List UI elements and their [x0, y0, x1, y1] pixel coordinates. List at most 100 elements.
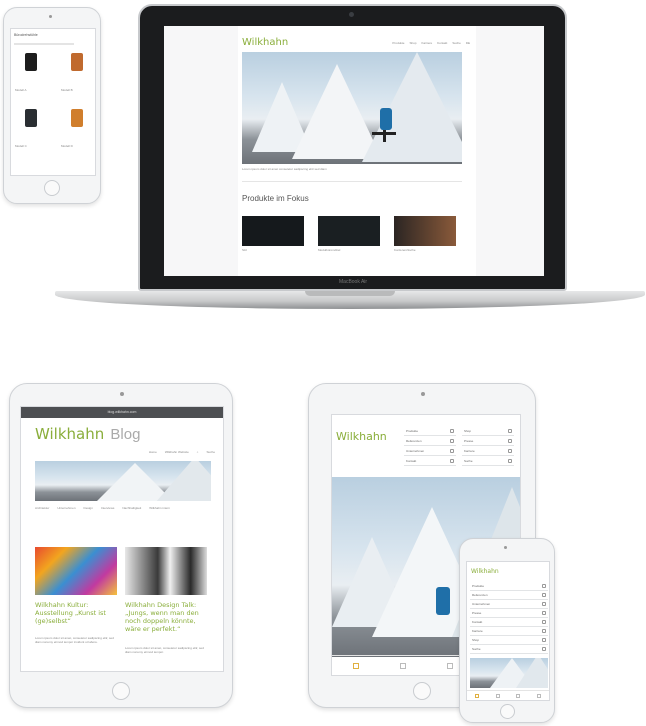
grid-icon[interactable] — [495, 693, 500, 698]
site-logo[interactable]: Wilkhahn — [336, 430, 387, 443]
menu-item-icon — [508, 439, 512, 443]
post-title[interactable]: Wilkhahn Kultur: Ausstellung „Kunst ist … — [35, 601, 117, 625]
category-item[interactable]: Architektur — [35, 506, 49, 511]
home-button[interactable] — [500, 704, 515, 719]
nav-item[interactable]: Wilkhahn Website — [165, 450, 189, 455]
page-title: Bürodrehstühle — [14, 33, 38, 37]
post-excerpt: Lorem ipsum dolor sit amet, consetetur s… — [125, 646, 204, 654]
product-caption: Konferenztische — [394, 248, 416, 252]
category-item[interactable]: Nachhaltigkeit — [122, 506, 141, 511]
blog-logo[interactable]: Wilkhahn Blog — [35, 425, 140, 443]
nav-item[interactable]: Karriere — [421, 41, 432, 46]
camera-icon — [120, 392, 124, 396]
nav-item[interactable]: Suche — [206, 450, 215, 455]
menu-item-label: Referenzen — [472, 593, 488, 597]
macbook-screen-frame: Wilkhahn Produkte Shop Karriere Kontakt … — [138, 4, 567, 291]
menu-item-label: Suche — [464, 459, 473, 463]
chair-icon — [380, 108, 392, 130]
nav-item[interactable]: DE — [466, 41, 470, 46]
tab-bar — [467, 690, 549, 700]
menu-item-icon — [542, 593, 546, 597]
menu-item-label: Kontakt — [406, 459, 417, 463]
hero-image[interactable] — [470, 658, 548, 688]
macbook-base: MacBook Air — [55, 279, 645, 309]
post-excerpt: Lorem ipsum dolor sit amet, consetetur s… — [35, 636, 114, 644]
menu-item-label: Presse — [464, 439, 474, 443]
product-card[interactable] — [318, 216, 380, 246]
list-icon[interactable] — [516, 693, 521, 698]
post-image[interactable] — [35, 547, 117, 595]
menu-item-label: Shop — [472, 638, 480, 642]
nav-item[interactable]: Shop — [409, 41, 416, 46]
post-title[interactable]: Wilkhahn Design Talk: „Jungs, wenn man d… — [125, 601, 207, 633]
nav-item[interactable]: Suche — [452, 41, 461, 46]
list-icon[interactable] — [446, 662, 453, 669]
product-label: Modell A — [15, 88, 27, 92]
menu-item-label: Unternehmen — [472, 602, 491, 606]
chair-icon[interactable] — [71, 109, 83, 127]
wilkhahn-website: Wilkhahn Produkte Shop Karriere Kontakt … — [238, 26, 476, 276]
ipad-left-display: blog.wilkhahn.com Wilkhahn Blog Home Wil… — [20, 406, 224, 672]
product-card[interactable] — [394, 216, 456, 246]
blog-nav: Home Wilkhahn Website ⌕ Suche — [149, 450, 215, 455]
nav-item[interactable]: Kontakt — [437, 41, 447, 46]
menu-item-icon — [542, 620, 546, 624]
menu-item-label: Produkte — [406, 429, 419, 433]
menu-item-icon — [450, 449, 454, 453]
home-button[interactable] — [413, 682, 431, 700]
site-logo[interactable]: Wilkhahn — [471, 568, 499, 575]
menu-item-icon — [508, 449, 512, 453]
more-icon[interactable] — [536, 693, 541, 698]
menu-item-icon — [542, 647, 546, 651]
menu-item-icon — [508, 429, 512, 433]
hero-caption: Lorem ipsum dolor sit amet consetetur sa… — [242, 168, 327, 171]
home-button[interactable] — [112, 682, 130, 700]
menu-item-icon — [542, 638, 546, 642]
category-item[interactable]: Design — [84, 506, 93, 511]
chair-icon[interactable] — [25, 53, 37, 71]
site-nav: Produkte Shop Karriere Kontakt Suche DE — [392, 41, 470, 46]
product-label: Modell D — [61, 144, 73, 148]
camera-icon — [421, 392, 425, 396]
iphone-right-display: Wilkhahn Produkte Referenzen Unternehmen… — [466, 561, 550, 701]
home-button[interactable] — [44, 180, 60, 196]
url-label[interactable]: blog.wilkhahn.com — [21, 410, 223, 414]
grid-icon[interactable] — [399, 662, 406, 669]
iphone-right: Wilkhahn Produkte Referenzen Unternehmen… — [459, 538, 555, 723]
nav-item[interactable]: Produkte — [392, 41, 404, 46]
category-item[interactable]: Wilkhahn intern — [149, 506, 170, 511]
hero-image[interactable] — [242, 52, 462, 164]
section-title: Produkte im Fokus — [242, 194, 309, 203]
iphone-left: Bürodrehstühle Modell A Modell B Modell … — [3, 7, 101, 204]
macbook-display: Wilkhahn Produkte Shop Karriere Kontakt … — [164, 26, 544, 276]
trackpad-notch — [305, 291, 395, 296]
site-logo[interactable]: Wilkhahn — [242, 37, 288, 48]
menu-item-label: Shop — [464, 429, 472, 433]
home-icon[interactable] — [352, 662, 359, 669]
home-icon[interactable] — [475, 693, 480, 698]
menu-item-icon — [542, 629, 546, 633]
chair-icon[interactable] — [25, 109, 37, 127]
chair-icon[interactable] — [71, 53, 83, 71]
menu-item-icon — [542, 584, 546, 588]
category-list: Architektur Unternehmen Design Interview… — [35, 506, 213, 511]
product-label: Modell B — [61, 88, 73, 92]
search-icon[interactable]: ⌕ — [197, 450, 199, 455]
product-label: Modell C — [15, 144, 27, 148]
ipad-left: blog.wilkhahn.com Wilkhahn Blog Home Wil… — [9, 383, 233, 708]
menu-item-icon — [450, 459, 454, 463]
blog-hero-image[interactable] — [35, 461, 211, 501]
product-card[interactable] — [242, 216, 304, 246]
menu-item-icon — [450, 439, 454, 443]
post-image[interactable] — [125, 547, 207, 595]
browser-status-bar: blog.wilkhahn.com — [21, 407, 223, 418]
camera-icon — [504, 546, 507, 549]
category-item[interactable]: Unternehmen — [57, 506, 75, 511]
category-item[interactable]: Interviews — [101, 506, 115, 511]
nav-item[interactable]: Home — [149, 450, 157, 455]
camera-icon — [49, 15, 52, 18]
chair-icon — [436, 587, 450, 615]
menu-item-icon — [450, 429, 454, 433]
menu-item-label: Unternehmen — [406, 449, 425, 453]
product-caption: Sitz — [242, 248, 248, 252]
